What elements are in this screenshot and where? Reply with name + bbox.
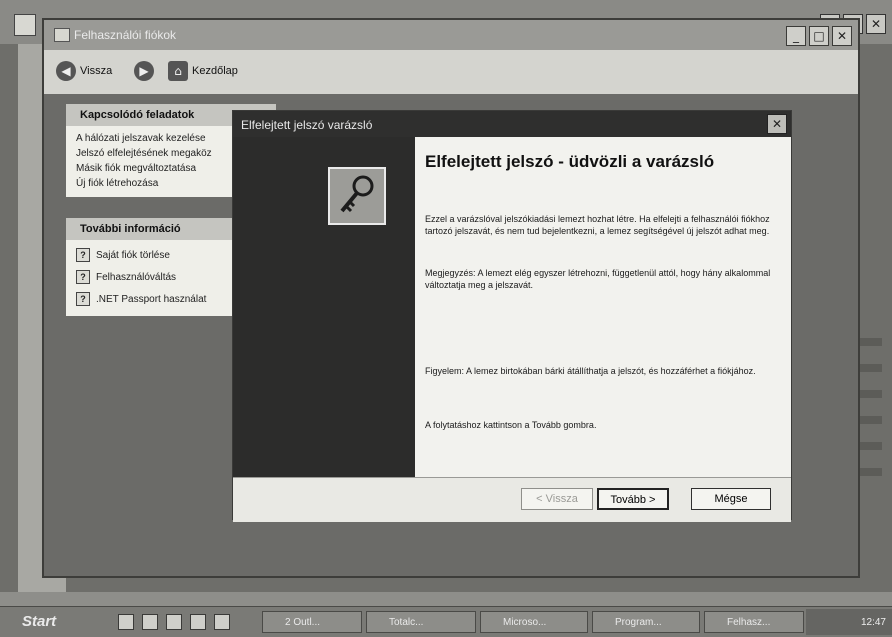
wizard-side-panel: [233, 137, 415, 477]
forward-arrow-icon: ▶: [134, 61, 154, 81]
wizard-button-bar: < Vissza Tovább > Mégse: [233, 477, 791, 522]
wizard-content: Elfelejtett jelszó - üdvözli a varázsló …: [425, 137, 785, 477]
wizard-titlebar: Elfelejtett jelszó varázsló ✕: [233, 111, 791, 137]
taskbar-item-outlook[interactable]: 2 Outl...: [262, 611, 362, 633]
help-icon: ?: [76, 248, 90, 262]
close-icon[interactable]: ✕: [832, 26, 852, 46]
taskbar-item-program[interactable]: Program...: [592, 611, 700, 633]
quick-launch-icon[interactable]: [166, 614, 182, 630]
home-icon: ⌂: [168, 61, 188, 81]
forgotten-password-wizard: Elfelejtett jelszó varázsló ✕ Elfelejtet…: [232, 110, 792, 522]
quick-launch-icon[interactable]: [190, 614, 206, 630]
taskbar-item-user-accounts[interactable]: Felhasz...: [704, 611, 804, 633]
info-label: .NET Passport használat: [96, 293, 207, 305]
window-titlebar: Felhasználói fiókok _ □ ✕: [44, 20, 858, 50]
wizard-warning-text: Figyelem: A lemez birtokában bárki átáll…: [425, 366, 756, 376]
taskbar-item-totalcommander[interactable]: Totalc...: [366, 611, 476, 633]
wizard-note-text: Megjegyzés: A lemezt elég egyszer létreh…: [425, 268, 771, 290]
wizard-continue-text: A folytatáshoz kattintson a Tovább gombr…: [425, 420, 597, 430]
users-icon: [54, 28, 70, 42]
wizard-title: Elfelejtett jelszó varázsló: [241, 118, 373, 132]
back-button[interactable]: ◀ Vissza: [56, 60, 112, 82]
home-button[interactable]: ⌂ Kezdőlap: [168, 60, 238, 82]
maximize-icon[interactable]: □: [809, 26, 829, 46]
help-icon: ?: [76, 270, 90, 284]
quick-launch-icon[interactable]: [214, 614, 230, 630]
close-icon[interactable]: ✕: [767, 114, 787, 134]
toolbar: ◀ Vissza ▶ ⌂ Kezdőlap: [44, 50, 858, 95]
taskbar-item-microsoft[interactable]: Microso...: [480, 611, 588, 633]
next-button[interactable]: Tovább >: [597, 488, 669, 510]
status-bar: [0, 592, 892, 606]
window-title: Felhasználói fiókok: [74, 28, 177, 42]
info-label: Felhasználóváltás: [96, 271, 177, 283]
cancel-button[interactable]: Mégse: [691, 488, 771, 510]
keys-icon: [328, 167, 386, 225]
quick-launch-icon[interactable]: [142, 614, 158, 630]
taskbar: Start 2 Outl... Totalc... Microso... Pro…: [0, 606, 892, 637]
back-arrow-icon: ◀: [56, 61, 76, 81]
quick-launch: [118, 614, 230, 630]
system-tray: 12:47: [806, 609, 892, 635]
forward-button[interactable]: ▶: [134, 60, 158, 82]
quick-launch-icon[interactable]: [118, 614, 134, 630]
info-label: Saját fiók törlése: [96, 249, 170, 261]
wizard-heading: Elfelejtett jelszó - üdvözli a varázsló: [425, 152, 715, 171]
start-button[interactable]: Start: [12, 611, 66, 633]
help-icon: ?: [76, 292, 90, 306]
close-icon[interactable]: ✕: [866, 14, 886, 34]
home-label: Kezdőlap: [192, 65, 238, 77]
back-button[interactable]: < Vissza: [521, 488, 593, 510]
app-icon: [14, 14, 36, 36]
clock: 12:47: [860, 617, 886, 628]
window-controls: _ □ ✕: [786, 26, 852, 46]
wizard-intro-text: Ezzel a varázslóval jelszókiadási lemezt…: [425, 214, 770, 236]
minimize-icon[interactable]: _: [786, 26, 806, 46]
back-label: Vissza: [80, 65, 113, 77]
